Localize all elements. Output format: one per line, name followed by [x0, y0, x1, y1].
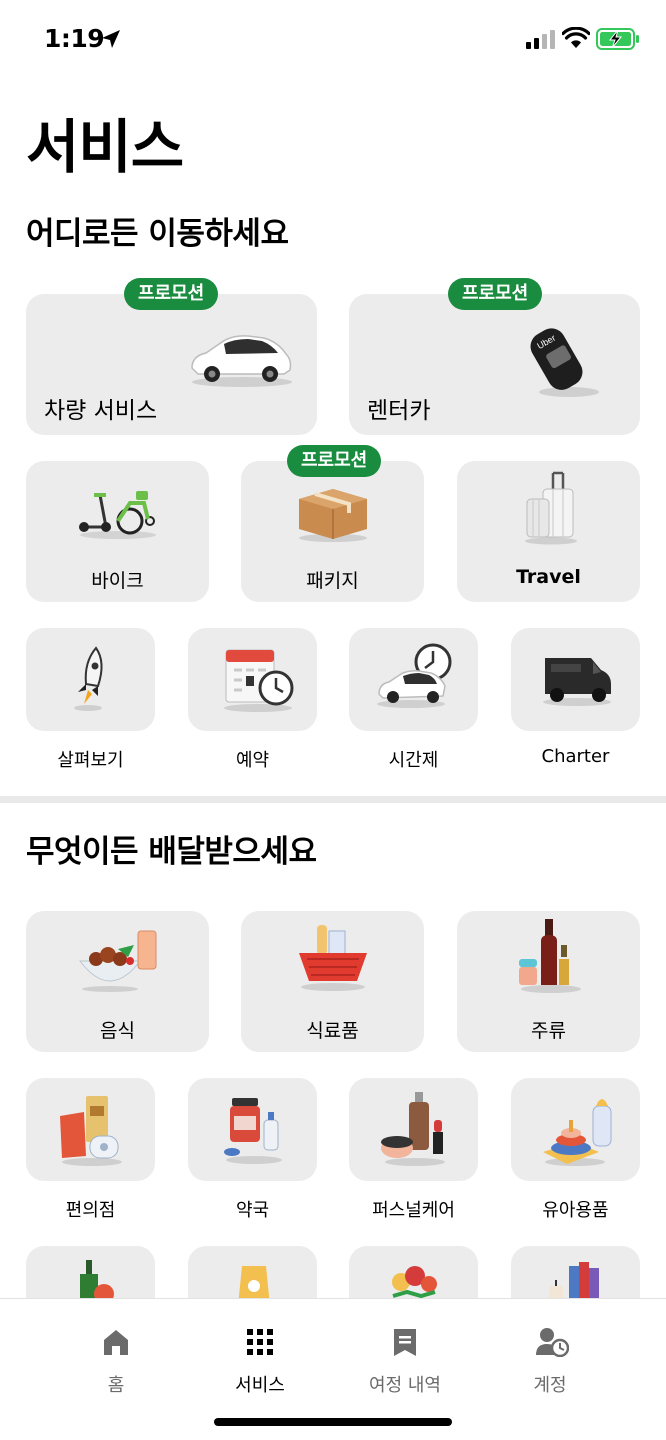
- status-time: 1:19: [44, 24, 105, 53]
- promo-badge: 프로모션: [124, 278, 219, 310]
- grid-icon: [247, 1329, 273, 1355]
- battery-charging-icon: [596, 28, 639, 50]
- tile-grocery[interactable]: 식료품: [241, 911, 424, 1052]
- tile-label: 렌터카: [367, 398, 431, 424]
- tile-label: 퍼스널케어: [372, 1200, 455, 1221]
- rocket-icon: [74, 646, 103, 711]
- section-divider: [0, 796, 666, 803]
- luggage-icon: [525, 471, 577, 545]
- pharmacy-icon: [224, 1098, 282, 1164]
- books-candle-icon: [549, 1262, 599, 1300]
- nav-account[interactable]: 계정: [490, 1299, 610, 1409]
- tile-charter[interactable]: [511, 628, 640, 731]
- grocery-basket-icon: [299, 925, 367, 991]
- tile-pharmacy[interactable]: [188, 1078, 317, 1181]
- tile-rental-car[interactable]: Uber 렌터카: [349, 294, 640, 435]
- package-icon: [299, 489, 367, 542]
- tile-label: 살펴보기: [57, 750, 124, 771]
- tile-ride[interactable]: 차량 서비스: [26, 294, 317, 435]
- nav-services[interactable]: 서비스: [200, 1299, 320, 1409]
- nav-label: 홈: [107, 1375, 125, 1396]
- nav-home[interactable]: 홈: [56, 1299, 176, 1409]
- home-icon: [104, 1330, 128, 1355]
- delivery-section-title: 무엇이든 배달받으세요: [26, 834, 317, 870]
- tile-alcohol[interactable]: 주류: [457, 911, 640, 1052]
- bike-scooter-icon: [79, 491, 156, 539]
- cellular-signal-icon: [526, 30, 555, 49]
- promo-badge: 프로모션: [287, 445, 382, 477]
- tile-package[interactable]: 패키지: [241, 461, 424, 602]
- ride-section-title: 어디로든 이동하세요: [26, 216, 289, 252]
- van-icon: [543, 658, 611, 706]
- calendar-clock-icon: [224, 649, 294, 712]
- tile-label: 편의점: [65, 1200, 116, 1221]
- tile-label: 약국: [235, 1200, 270, 1221]
- account-icon: [536, 1328, 569, 1357]
- receipt-icon: [394, 1329, 416, 1356]
- tile-label: Travel: [516, 566, 581, 588]
- tile-label: 식료품: [306, 1020, 359, 1042]
- tile-label: 음식: [100, 1020, 135, 1042]
- nav-label: 여정 내역: [369, 1375, 441, 1396]
- tile-hourly[interactable]: [349, 628, 478, 731]
- convenience-store-icon: [60, 1096, 122, 1166]
- tile-label: 시간제: [388, 750, 439, 771]
- home-indicator: [214, 1418, 452, 1426]
- tile-label: 유아용품: [542, 1200, 609, 1221]
- personal-care-icon: [381, 1092, 445, 1166]
- tile-label: 주류: [531, 1020, 566, 1042]
- nav-label: 계정: [533, 1375, 567, 1396]
- tile-label: Charter: [541, 746, 610, 767]
- flowers-icon: [392, 1266, 437, 1299]
- wifi-icon: [562, 27, 590, 48]
- tile-label: 패키지: [306, 570, 359, 592]
- tile-personal-care[interactable]: [349, 1078, 478, 1181]
- tile-bike[interactable]: 바이크: [26, 461, 209, 602]
- food-bowl-icon: [78, 930, 157, 992]
- liquor-bottles-icon: [519, 919, 581, 993]
- nav-trips[interactable]: 여정 내역: [345, 1299, 465, 1409]
- baby-products-icon: [543, 1099, 612, 1166]
- car-icon: [191, 335, 292, 387]
- tile-baby-products[interactable]: [511, 1078, 640, 1181]
- car-clock-icon: [377, 643, 452, 708]
- status-bar: 1:19: [0, 0, 666, 80]
- tile-explore[interactable]: [26, 628, 155, 731]
- location-arrow-icon: [102, 30, 120, 48]
- page-title: 서비스: [26, 113, 184, 181]
- tile-label: 차량 서비스: [44, 398, 158, 424]
- tile-food[interactable]: 음식: [26, 911, 209, 1052]
- nav-label: 서비스: [235, 1375, 285, 1396]
- promo-badge: 프로모션: [448, 278, 543, 310]
- tile-label: 예약: [235, 750, 270, 771]
- tile-travel[interactable]: Travel: [457, 461, 640, 602]
- tile-reserve[interactable]: [188, 628, 317, 731]
- tile-label: 바이크: [91, 570, 144, 592]
- tile-convenience[interactable]: [26, 1078, 155, 1181]
- car-key-icon: Uber: [530, 328, 599, 397]
